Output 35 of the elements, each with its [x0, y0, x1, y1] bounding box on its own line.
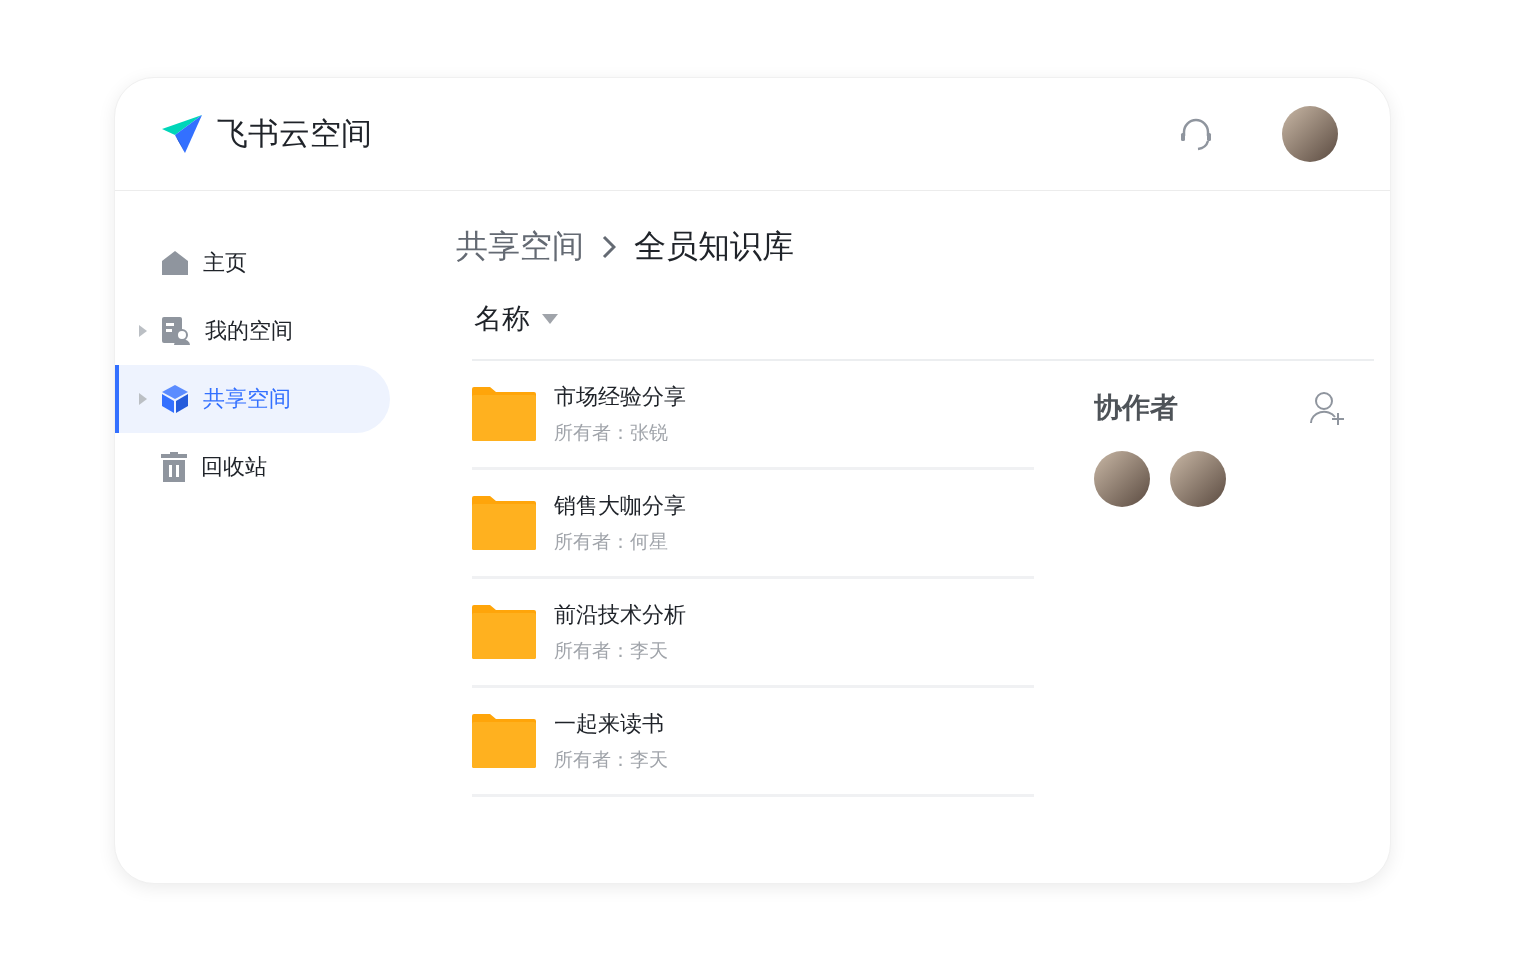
caret-down-icon[interactable] — [541, 314, 558, 324]
folder-name: 销售大咖分享 — [553, 492, 686, 520]
folder-icon — [471, 605, 536, 659]
folder-owner: 所有者：何星 — [553, 529, 669, 554]
column-header[interactable]: 名称 — [473, 300, 530, 338]
folder-icon — [471, 496, 536, 550]
folder-owner: 所有者：张锐 — [553, 420, 669, 445]
folder-name: 前沿技术分析 — [553, 601, 686, 629]
folder-owner: 所有者：李天 — [553, 747, 668, 772]
collaborators-title: 协作者 — [1093, 390, 1178, 426]
sidebar-item[interactable]: 回收站 — [114, 433, 390, 501]
trash-icon — [160, 452, 187, 482]
folder-owner: 所有者：李天 — [553, 638, 669, 663]
caret-icon[interactable] — [138, 325, 147, 337]
user-document-icon — [160, 316, 191, 346]
folder-row[interactable]: 市场经验分享 所有者：张锐 — [471, 361, 1034, 470]
house-icon — [160, 250, 189, 276]
sidebar-item[interactable]: 我的空间 — [114, 297, 390, 365]
cube-icon — [160, 384, 189, 414]
folder-icon — [471, 387, 536, 441]
chevron-right-icon — [601, 235, 616, 259]
folder-row[interactable]: 销售大咖分享 所有者：何星 — [471, 470, 1034, 579]
folder-row[interactable]: 一起来读书 所有者：李天 — [471, 688, 1034, 797]
folder-name: 市场经验分享 — [553, 383, 686, 411]
folder-icon — [471, 714, 536, 768]
add-collaborator-button[interactable] — [1309, 391, 1346, 425]
app-title: 飞书云空间 — [216, 114, 372, 153]
sidebar-item[interactable]: 共享空间 — [114, 365, 390, 433]
folder-name: 一起来读书 — [553, 710, 665, 738]
caret-icon[interactable] — [138, 393, 147, 405]
breadcrumb-link[interactable]: 全员知识库 — [633, 225, 794, 269]
paper-plane-logo-icon — [160, 113, 203, 155]
sidebar-item[interactable]: 主页 — [114, 229, 390, 297]
folder-row[interactable]: 前沿技术分析 所有者：李天 — [471, 579, 1034, 688]
breadcrumb-link[interactable]: 共享空间 — [455, 225, 584, 269]
